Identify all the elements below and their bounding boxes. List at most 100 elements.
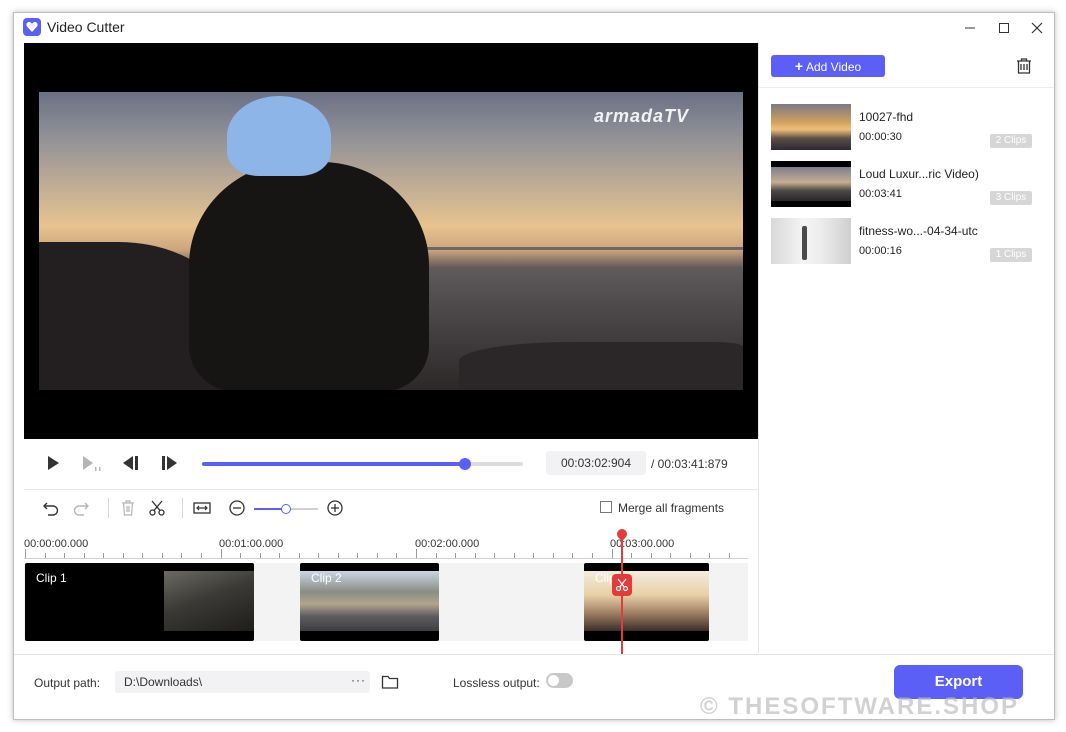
add-video-button[interactable]: + Add Video	[771, 55, 885, 77]
media-thumbnail	[771, 161, 851, 207]
media-duration: 00:00:30	[859, 131, 902, 143]
clip-1[interactable]: Clip 1	[25, 563, 254, 641]
close-button[interactable]	[1026, 17, 1048, 39]
video-frame: armadaTV	[39, 92, 743, 390]
browse-more-button[interactable]: ···	[351, 673, 366, 687]
panel-separator	[759, 87, 1054, 88]
output-path-label: Output path:	[34, 676, 101, 690]
media-name: Loud Luxur...ric Video)	[859, 167, 979, 181]
media-item[interactable]: 10027-fhd 00:00:30 2 Clips	[771, 104, 1046, 150]
output-path-value: D:\Downloads\	[124, 675, 203, 689]
redo-icon[interactable]	[72, 499, 90, 522]
ruler-tick	[631, 553, 633, 558]
delete-icon[interactable]	[119, 499, 137, 522]
blue-cap	[227, 96, 331, 176]
tick-label: 00:00:00.000	[24, 538, 89, 550]
media-item[interactable]: Loud Luxur...ric Video) 00:03:41 3 Clips	[771, 161, 1046, 207]
ruler-tick	[220, 549, 222, 558]
ruler-tick	[591, 553, 593, 558]
ruler-tick	[396, 553, 398, 558]
toggle-knob	[548, 675, 559, 686]
previous-frame-button[interactable]	[120, 454, 140, 477]
tick-label: 00:01:00.000	[219, 538, 284, 550]
clip-label: Clip 1	[36, 571, 67, 585]
toolbar-divider	[108, 498, 109, 518]
clip-2[interactable]: Clip 2	[300, 563, 439, 641]
ruler-tick	[670, 553, 672, 558]
zoom-slider[interactable]	[254, 504, 318, 514]
edit-toolbar: Merge all fragments	[24, 490, 758, 527]
ruler-tick	[552, 553, 554, 558]
ruler-tick	[240, 553, 242, 558]
progress-fill	[202, 462, 466, 466]
tick-label: 00:03:00.000	[610, 538, 675, 550]
ruler-tick	[572, 553, 574, 558]
fit-timeline-icon[interactable]	[192, 499, 212, 522]
ruler-tick	[25, 549, 26, 558]
tick-label: 00:02:00.000	[415, 538, 480, 550]
ruler-tick	[357, 553, 359, 558]
clip-count-badge: 2 Clips	[990, 134, 1032, 148]
rock-shape-right	[459, 342, 743, 390]
output-path-field[interactable]: D:\Downloads\ ···	[115, 671, 370, 693]
ruler-tick	[650, 553, 652, 558]
ruler-tick	[64, 553, 66, 558]
ruler-tick	[318, 553, 320, 558]
ruler-tick	[44, 553, 46, 558]
minimize-button[interactable]	[959, 17, 981, 39]
video-preview[interactable]: armadaTV	[24, 43, 758, 439]
ruler-tick	[728, 553, 730, 558]
ruler-tick	[103, 553, 105, 558]
lossless-output-toggle[interactable]	[546, 673, 573, 688]
ruler-tick	[455, 553, 457, 558]
app-window: Video Cutter armadaTV 00:03:02:904 / 00:…	[13, 12, 1055, 720]
ruler-tick	[416, 549, 417, 558]
zoom-out-icon[interactable]	[228, 499, 246, 522]
ruler-tick	[494, 553, 496, 558]
ruler-tick	[611, 549, 613, 558]
zoom-in-icon[interactable]	[326, 499, 344, 522]
ruler-tick	[689, 553, 691, 558]
media-item[interactable]: fitness-wo...-04-34-utc 00:00:16 1 Clips	[771, 218, 1046, 264]
clip-count-badge: 1 Clips	[990, 248, 1032, 262]
ruler-tick	[200, 553, 202, 558]
zoom-knob[interactable]	[281, 504, 291, 514]
media-duration: 00:00:16	[859, 245, 902, 257]
time-ruler[interactable]: 00:00:00.000 00:01:00.000 00:02:00.000 0…	[24, 526, 748, 559]
next-frame-button[interactable]	[160, 454, 180, 477]
clip-3[interactable]: Clip 3	[584, 563, 709, 641]
timeline[interactable]: 00:00:00.000 00:01:00.000 00:02:00.000 0…	[24, 526, 758, 654]
title-bar[interactable]: Video Cutter	[14, 13, 1054, 43]
play-segment-button[interactable]	[80, 454, 102, 477]
lossless-output-label: Lossless output:	[453, 676, 540, 690]
current-time[interactable]: 00:03:02:904	[546, 451, 646, 475]
clip-thumbnail	[164, 571, 254, 631]
media-thumbnail	[771, 104, 851, 150]
app-logo-icon	[23, 18, 41, 36]
person-silhouette	[189, 162, 429, 390]
media-name: 10027-fhd	[859, 110, 914, 124]
clear-list-icon[interactable]	[1015, 57, 1033, 80]
video-watermark: armadaTV	[594, 106, 690, 126]
playback-progress-bar[interactable]	[202, 458, 523, 470]
media-thumbnail	[771, 218, 851, 264]
thumbnail-figure	[802, 226, 807, 260]
media-name: fitness-wo...-04-34-utc	[859, 224, 978, 238]
ruler-tick	[435, 553, 437, 558]
ruler-tick	[376, 553, 378, 558]
split-marker-icon[interactable]	[612, 574, 632, 596]
merge-fragments-checkbox[interactable]: Merge all fragments	[600, 501, 724, 515]
play-button[interactable]	[44, 454, 62, 477]
maximize-button[interactable]	[993, 17, 1015, 39]
merge-label: Merge all fragments	[618, 501, 725, 515]
ruler-tick	[83, 553, 85, 558]
ruler-tick	[142, 553, 144, 558]
total-time: / 00:03:41:879	[651, 457, 728, 471]
scissors-icon[interactable]	[148, 499, 166, 522]
folder-icon[interactable]	[381, 674, 399, 695]
checkbox-box[interactable]	[600, 501, 612, 513]
undo-icon[interactable]	[42, 499, 60, 522]
media-library: + Add Video 10027-fhd 00:00:30 2 Clips Lo…	[759, 43, 1054, 653]
progress-knob[interactable]	[459, 458, 472, 470]
ruler-tick	[181, 553, 183, 558]
